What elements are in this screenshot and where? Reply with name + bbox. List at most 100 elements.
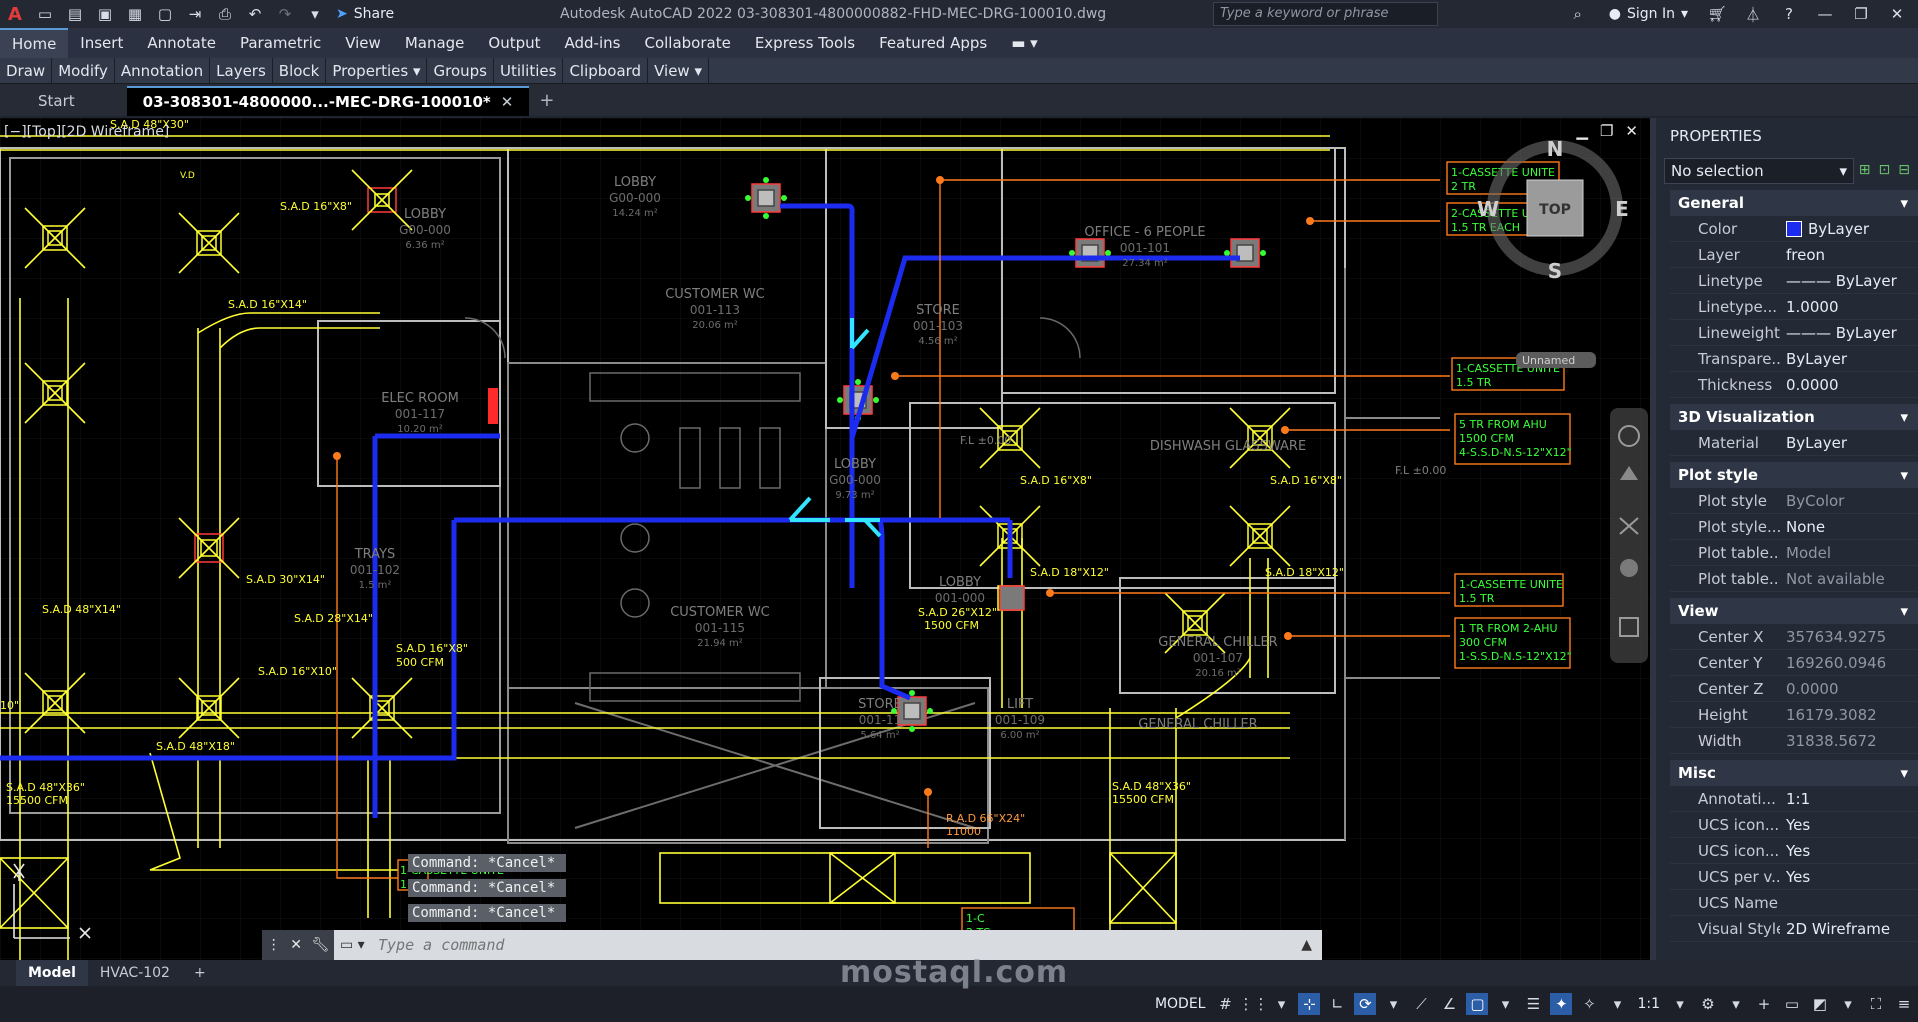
property-row[interactable]: Height 16179.3082 [1670,702,1918,728]
property-value-cell[interactable]: Not available [1780,570,1910,588]
workspace-gear-icon[interactable]: ⚙ [1697,993,1719,1015]
panel-view[interactable]: View ▾ [648,57,709,84]
property-row[interactable]: Linetype... 1.0000 [1670,294,1918,320]
property-value-cell[interactable]: 16179.3082 [1780,706,1910,724]
search-icon[interactable]: ⌕ [1567,4,1589,24]
chevron-down-icon[interactable]: ▾ [1494,993,1516,1015]
property-value-cell[interactable]: ByLayer [1780,434,1910,452]
redo-icon[interactable]: ↷ [274,4,296,24]
tab-model[interactable]: Model [16,960,88,986]
auto-scale-icon[interactable]: ✧ [1578,993,1600,1015]
tab-featured-apps[interactable]: Featured Apps [867,28,999,58]
property-value-cell[interactable]: ——— ByLayer [1780,272,1910,290]
panel-utilities[interactable]: Utilities [494,57,564,84]
property-row[interactable]: Center Z 0.0000 [1670,676,1918,702]
property-row[interactable]: UCS icon... Yes [1670,838,1918,864]
search-input[interactable]: Type a keyword or phrase [1213,2,1438,26]
selection-dropdown[interactable]: No selection ▾ [1664,158,1854,184]
property-row[interactable]: Layer freon [1670,242,1918,268]
property-row[interactable]: Material ByLayer [1670,430,1918,456]
tab-view[interactable]: View [333,28,393,58]
minimize-icon[interactable]: — [1814,4,1836,24]
property-value-cell[interactable]: 1:1 [1780,790,1910,808]
annotation-scale[interactable]: 1:1 [1637,996,1660,1012]
ribbon-toggle-icon[interactable]: ▬ ▾ [999,28,1049,58]
property-value-cell[interactable]: Yes [1780,842,1910,860]
property-value-cell[interactable]: ByColor [1780,492,1910,510]
property-group-header[interactable]: Plot style ▾ [1670,462,1918,488]
property-row[interactable]: Center Y 169260.0946 [1670,650,1918,676]
sign-in-button[interactable]: ● Sign In ▾ [1609,6,1688,22]
property-row[interactable]: Center X 357634.9275 [1670,624,1918,650]
close-tab-icon[interactable]: ✕ [501,87,514,117]
chevron-down-icon[interactable]: ▾ [1669,993,1691,1015]
customize-command-icon[interactable]: 🔧︎ [311,937,329,953]
viewport-label[interactable]: [−][Top][2D Wireframe] [4,124,169,140]
panel-modify[interactable]: Modify [52,57,115,84]
property-row[interactable]: Thickness 0.0000 [1670,372,1918,398]
property-row[interactable]: Transpare... ByLayer [1670,346,1918,372]
property-value-cell[interactable]: None [1780,518,1910,536]
object-snap-tracking-icon[interactable]: ∠ [1438,993,1460,1015]
property-row[interactable]: UCS per v... Yes [1670,864,1918,890]
tab-start[interactable]: Start [22,86,91,116]
property-value-cell[interactable]: 31838.5672 [1780,732,1910,750]
customization-menu-icon[interactable]: ≡ [1893,993,1915,1015]
cart-icon[interactable]: 🛒︎ [1706,4,1728,24]
property-value-cell[interactable]: 0.0000 [1780,680,1910,698]
viewport-minimize-icon[interactable]: ▁ [1576,122,1588,140]
chevron-down-icon[interactable]: ▾ [1725,993,1747,1015]
grid-icon[interactable]: # [1214,993,1236,1015]
lineweight-icon[interactable]: ☰ [1522,993,1544,1015]
tab-add-ins[interactable]: Add-ins [553,28,633,58]
new-tab-icon[interactable]: + [529,86,564,116]
tab-hvac-102[interactable]: HVAC-102 [88,960,182,986]
property-value-cell[interactable]: Yes [1780,816,1910,834]
quick-select-icon[interactable]: ⊟ [1898,162,1910,178]
property-value-cell[interactable]: 0.0000 [1780,376,1910,394]
tab-parametric[interactable]: Parametric [228,28,333,58]
chevron-down-icon[interactable]: ▾ [1606,993,1628,1015]
property-group-header[interactable]: General ▾ [1670,190,1918,216]
save-icon[interactable]: ▣ [94,4,116,24]
viewport-close-icon[interactable]: ✕ [1625,122,1638,140]
property-row[interactable]: Visual Style 2D Wireframe [1670,916,1918,942]
tab-output[interactable]: Output [476,28,552,58]
property-group-header[interactable]: Misc ▾ [1670,760,1918,786]
panel-layers[interactable]: Layers [210,57,273,84]
property-value-cell[interactable]: ByLayer [1780,220,1910,238]
command-history-toggle-icon[interactable]: ▲ [1301,937,1312,953]
chevron-down-icon[interactable]: ▾ [1382,993,1404,1015]
tab-manage[interactable]: Manage [393,28,477,58]
annotation-monitor-icon[interactable]: + [1753,993,1775,1015]
toggle-pickadd-icon[interactable]: ⊞ [1859,162,1871,178]
tab-insert[interactable]: Insert [68,28,135,58]
close-command-line-icon[interactable]: ✕ [290,937,302,953]
property-value-cell[interactable]: 1.0000 [1780,298,1910,316]
save-web-icon[interactable]: ⇥ [184,4,206,24]
model-space-button[interactable]: MODEL [1155,996,1206,1012]
new-layout-icon[interactable]: + [182,960,218,986]
snap-icon[interactable]: ⋮⋮ [1238,993,1268,1015]
property-row[interactable]: UCS Name [1670,890,1918,916]
property-value-cell[interactable]: Model [1780,544,1910,562]
tab-home[interactable]: Home [0,28,69,58]
help-icon[interactable]: ? [1778,4,1800,24]
property-row[interactable]: Lineweight ——— ByLayer [1670,320,1918,346]
property-row[interactable]: Plot style... None [1670,514,1918,540]
property-value-cell[interactable]: ——— ByLayer [1780,324,1910,342]
cad-drawing[interactable]: LOBBYG00-00014.24 m²LOBBYG00-0006.36 m²O… [0,118,1650,960]
property-row[interactable]: Plot style ByColor [1670,488,1918,514]
property-value-cell[interactable]: 169260.0946 [1780,654,1910,672]
property-row[interactable]: Width 31838.5672 [1670,728,1918,754]
object-snap-icon[interactable]: ▢ [1466,993,1489,1015]
property-group-header[interactable]: View ▾ [1670,598,1918,624]
undo-icon[interactable]: ↶ [244,4,266,24]
ortho-icon[interactable]: ∟ [1326,993,1348,1015]
new-file-icon[interactable]: ▭ [34,4,56,24]
polar-tracking-icon[interactable]: ⟳ [1354,993,1377,1015]
autodesk-a360-icon[interactable]: ⏃ [1742,4,1764,24]
panel-draw[interactable]: Draw [0,57,53,84]
panel-clipboard[interactable]: Clipboard [563,57,649,84]
property-row[interactable]: Linetype ——— ByLayer [1670,268,1918,294]
